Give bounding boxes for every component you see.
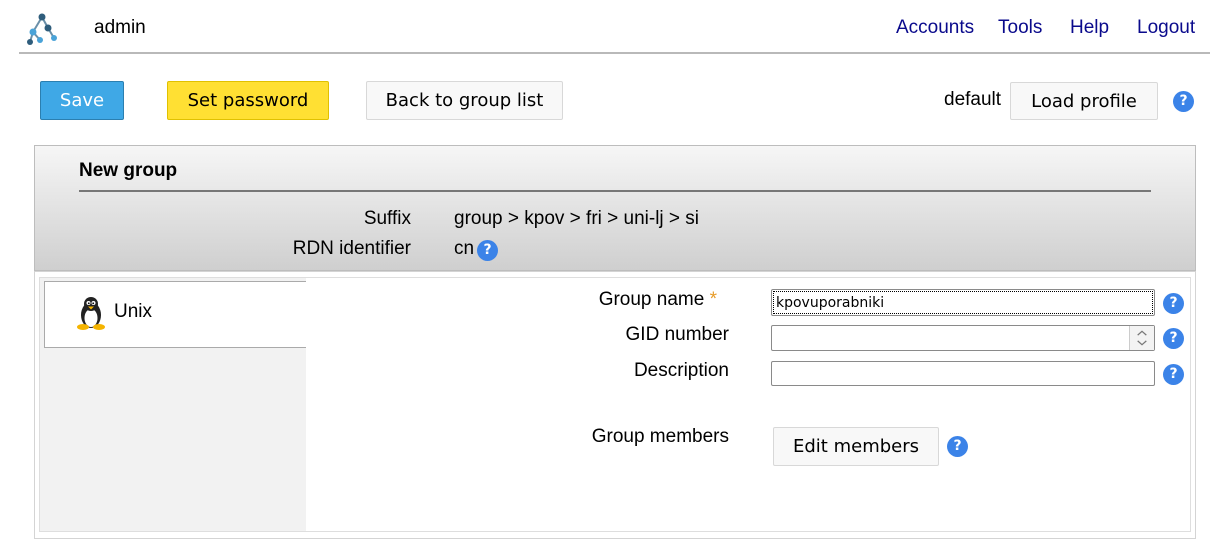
group-members-label: Group members [591,426,729,447]
edit-members-button[interactable]: Edit members [773,427,939,466]
description-label: Description [633,360,729,381]
members-help-icon[interactable]: ? [947,436,968,457]
header-divider [19,52,1210,54]
nav-logout-link[interactable]: Logout [1137,16,1195,40]
rdn-help-icon[interactable]: ? [477,240,498,261]
logged-in-user: admin [94,17,146,38]
title-divider [79,190,1151,192]
required-marker: * [709,289,717,310]
suffix-value: group > kpov > fri > uni-lj > si [454,208,700,229]
group-name-help-icon[interactable]: ? [1163,293,1184,314]
suffix-label: Suffix [363,208,411,229]
app-logo-icon [27,13,57,45]
tux-icon [77,297,105,330]
tab-unix-label: Unix [114,301,153,322]
profile-name: default [944,89,1002,110]
load-profile-button[interactable]: Load profile [1010,82,1158,120]
profile-help-icon[interactable]: ? [1173,91,1194,112]
gid-number-input[interactable] [771,325,1155,351]
rdn-value: cn [454,238,475,259]
gid-help-icon[interactable]: ? [1163,328,1184,349]
description-input[interactable] [771,361,1155,386]
gid-spinner-arrows-icon[interactable] [1129,326,1154,350]
nav-accounts-link[interactable]: Accounts [896,16,974,40]
group-name-input[interactable] [771,289,1155,316]
nav-help-link[interactable]: Help [1070,16,1109,40]
description-help-icon[interactable]: ? [1163,364,1184,385]
rdn-label: RDN identifier [292,238,411,259]
gid-number-label: GID number [625,324,729,345]
set-password-button[interactable]: Set password [167,81,329,120]
back-to-group-list-button[interactable]: Back to group list [366,81,563,120]
nav-tools-link[interactable]: Tools [998,16,1042,40]
save-button[interactable]: Save [40,81,124,120]
group-name-label-text: Group name [598,289,705,310]
group-name-label: Group name * [417,288,717,312]
page-title: New group [79,160,178,181]
